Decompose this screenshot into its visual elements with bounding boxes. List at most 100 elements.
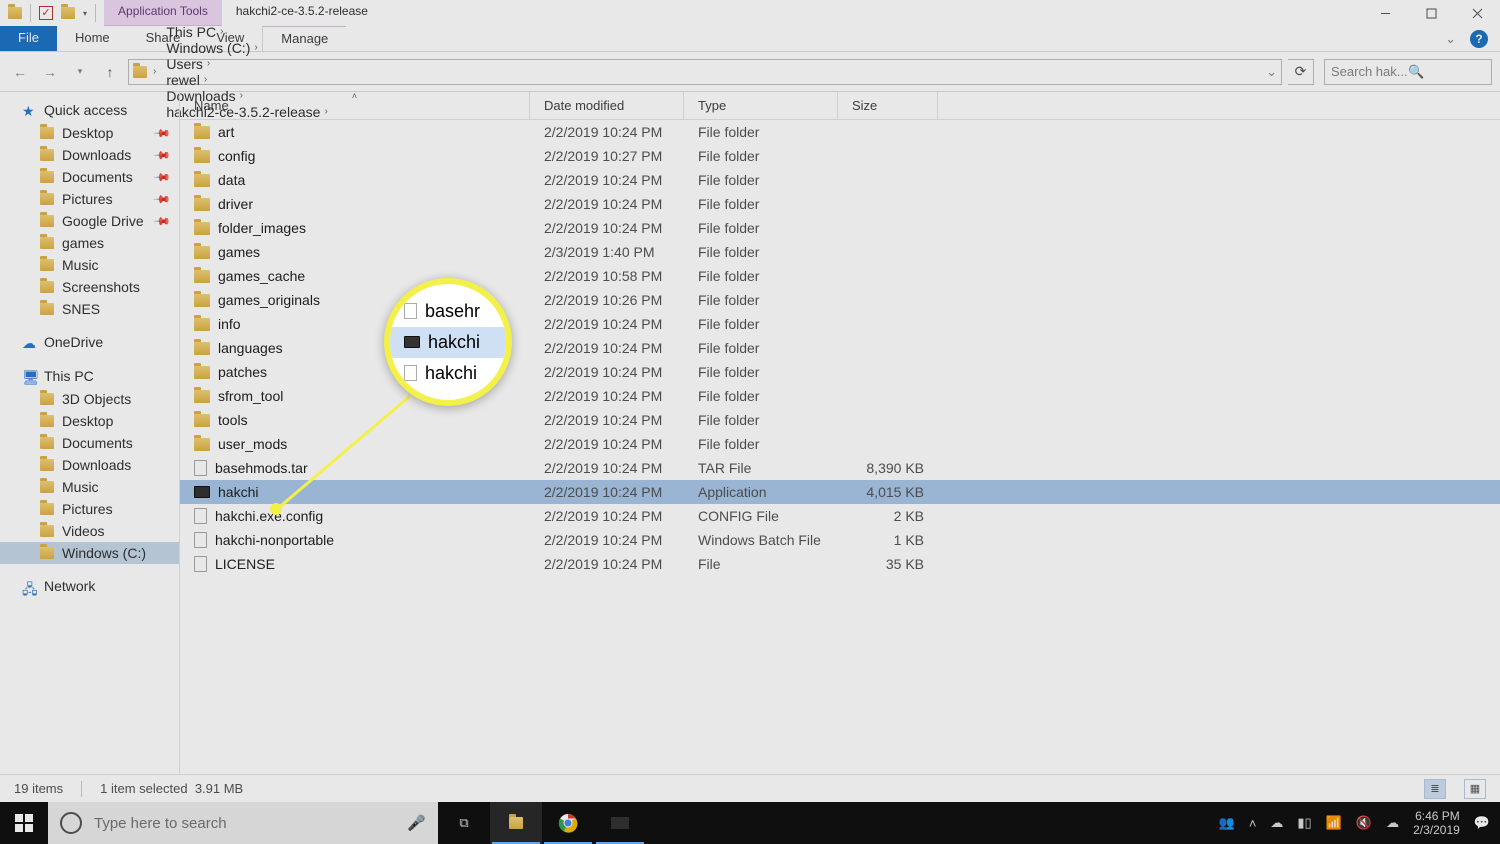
- view-details-button[interactable]: ≣: [1424, 779, 1446, 799]
- table-row[interactable]: hakchi.exe.config2/2/2019 10:24 PMCONFIG…: [180, 504, 1500, 528]
- breadcrumb-segment[interactable]: Users›: [162, 56, 331, 72]
- column-name[interactable]: Name˄: [180, 92, 530, 119]
- table-row[interactable]: games2/3/2019 1:40 PMFile folder: [180, 240, 1500, 264]
- table-row[interactable]: games_cache2/2/2019 10:58 PMFile folder: [180, 264, 1500, 288]
- nav-history-icon[interactable]: ▾: [68, 60, 92, 84]
- tray-notifications-icon[interactable]: 💬: [1474, 815, 1490, 831]
- sidebar-onedrive[interactable]: ☁ OneDrive: [0, 330, 179, 354]
- folder-icon: [194, 318, 210, 331]
- sidebar-item[interactable]: Documents📌: [0, 166, 179, 188]
- tray-overflow-icon[interactable]: ˄: [1249, 816, 1257, 831]
- sidebar-item[interactable]: Google Drive📌: [0, 210, 179, 232]
- taskbar-hakchi[interactable]: [594, 802, 646, 844]
- table-row[interactable]: sfrom_tool2/2/2019 10:24 PMFile folder: [180, 384, 1500, 408]
- table-row[interactable]: art2/2/2019 10:24 PMFile folder: [180, 120, 1500, 144]
- sidebar-item[interactable]: Downloads📌: [0, 144, 179, 166]
- folder-icon: [194, 198, 210, 211]
- taskbar-chrome[interactable]: [542, 802, 594, 844]
- task-view-button[interactable]: ⧉: [438, 802, 490, 844]
- address-folder-icon: [133, 66, 147, 78]
- folder-icon: [40, 127, 54, 139]
- tab-home[interactable]: Home: [57, 26, 128, 51]
- table-row[interactable]: driver2/2/2019 10:24 PMFile folder: [180, 192, 1500, 216]
- sidebar-this-pc[interactable]: 🖥 This PC: [0, 364, 179, 388]
- sidebar-network[interactable]: 🖧 Network: [0, 574, 179, 598]
- refresh-button[interactable]: ⟳: [1288, 59, 1314, 85]
- column-date[interactable]: Date modified: [530, 92, 684, 119]
- doc-icon: [194, 532, 207, 548]
- tray-wifi-icon[interactable]: 📶: [1326, 815, 1342, 831]
- ribbon-collapse-icon[interactable]: ⌄: [1445, 31, 1456, 47]
- table-row[interactable]: hakchi-nonportable2/2/2019 10:24 PMWindo…: [180, 528, 1500, 552]
- table-row[interactable]: tools2/2/2019 10:24 PMFile folder: [180, 408, 1500, 432]
- start-button[interactable]: [0, 802, 48, 844]
- folder-icon: [40, 547, 54, 559]
- sidebar-quick-access[interactable]: ★ Quick access: [0, 98, 179, 122]
- table-row[interactable]: LICENSE2/2/2019 10:24 PMFile35 KB: [180, 552, 1500, 576]
- sidebar-item[interactable]: Documents: [0, 432, 179, 454]
- sidebar-item[interactable]: Downloads: [0, 454, 179, 476]
- breadcrumb-segment[interactable]: Windows (C:)›: [162, 40, 331, 56]
- address-dropdown-icon[interactable]: ⌄: [1266, 64, 1277, 80]
- breadcrumb-segment[interactable]: This PC›: [162, 24, 331, 40]
- nav-up-button[interactable]: ↑: [98, 60, 122, 84]
- table-row[interactable]: info2/2/2019 10:24 PMFile folder: [180, 312, 1500, 336]
- taskbar-explorer[interactable]: [490, 802, 542, 844]
- sidebar-item[interactable]: games: [0, 232, 179, 254]
- sidebar-item[interactable]: Music: [0, 254, 179, 276]
- sidebar-item[interactable]: Music: [0, 476, 179, 498]
- tray-sync-icon[interactable]: ☁: [1386, 815, 1399, 831]
- file-list[interactable]: art2/2/2019 10:24 PMFile folderconfig2/2…: [180, 120, 1500, 774]
- cloud-icon: ☁: [22, 335, 38, 349]
- tray-volume-icon[interactable]: 🔇: [1356, 815, 1372, 831]
- qat-properties-icon[interactable]: ✓: [39, 6, 53, 20]
- table-row[interactable]: basehmods.tar2/2/2019 10:24 PMTAR File8,…: [180, 456, 1500, 480]
- doc-icon: [194, 460, 207, 476]
- sidebar-item[interactable]: Desktop: [0, 410, 179, 432]
- sidebar-item[interactable]: SNES: [0, 298, 179, 320]
- table-row[interactable]: games_originals2/2/2019 10:26 PMFile fol…: [180, 288, 1500, 312]
- table-row[interactable]: data2/2/2019 10:24 PMFile folder: [180, 168, 1500, 192]
- close-button[interactable]: [1454, 0, 1500, 26]
- nav-forward-button[interactable]: →: [38, 60, 62, 84]
- column-size[interactable]: Size: [838, 92, 938, 119]
- taskbar[interactable]: 🎤 ⧉ 👥 ˄ ☁ ▮▯ 📶 🔇 ☁ 6:46 PM 2/3/2019 💬: [0, 802, 1500, 844]
- tray-people-icon[interactable]: 👥: [1219, 815, 1235, 831]
- view-large-icons-button[interactable]: ▦: [1464, 779, 1486, 799]
- address-bar[interactable]: › This PC›Windows (C:)›Users›rewel›Downl…: [128, 59, 1282, 85]
- sidebar-item[interactable]: Videos: [0, 520, 179, 542]
- tray-onedrive-icon[interactable]: ☁: [1270, 815, 1283, 831]
- status-selected: 1 item selected 3.91 MB: [100, 781, 243, 796]
- taskbar-search[interactable]: 🎤: [48, 802, 438, 844]
- qat-customize-icon[interactable]: ▾: [83, 9, 87, 18]
- folder-icon: [40, 171, 54, 183]
- table-row[interactable]: user_mods2/2/2019 10:24 PMFile folder: [180, 432, 1500, 456]
- table-row[interactable]: languages2/2/2019 10:24 PMFile folder: [180, 336, 1500, 360]
- sidebar-item[interactable]: Screenshots: [0, 276, 179, 298]
- search-input[interactable]: Search hak... 🔍: [1324, 59, 1492, 85]
- tray-clock[interactable]: 6:46 PM 2/3/2019: [1413, 809, 1460, 838]
- table-row[interactable]: config2/2/2019 10:27 PMFile folder: [180, 144, 1500, 168]
- maximize-button[interactable]: [1408, 0, 1454, 26]
- tab-file[interactable]: File: [0, 26, 57, 51]
- sidebar-item[interactable]: Pictures📌: [0, 188, 179, 210]
- qat-newfolder-icon[interactable]: [61, 7, 75, 19]
- sidebar-item[interactable]: Desktop📌: [0, 122, 179, 144]
- table-row[interactable]: folder_images2/2/2019 10:24 PMFile folde…: [180, 216, 1500, 240]
- minimize-button[interactable]: [1362, 0, 1408, 26]
- nav-back-button[interactable]: ←: [8, 60, 32, 84]
- sidebar-item[interactable]: Windows (C:): [0, 542, 179, 564]
- table-row[interactable]: patches2/2/2019 10:24 PMFile folder: [180, 360, 1500, 384]
- breadcrumb-segment[interactable]: rewel›: [162, 72, 331, 88]
- help-icon[interactable]: ?: [1470, 30, 1488, 48]
- sidebar-item[interactable]: Pictures: [0, 498, 179, 520]
- taskbar-search-input[interactable]: [94, 815, 395, 832]
- column-type[interactable]: Type: [684, 92, 838, 119]
- mic-icon[interactable]: 🎤: [407, 814, 426, 832]
- column-headers[interactable]: Name˄ Date modified Type Size: [180, 92, 1500, 120]
- table-row[interactable]: hakchi2/2/2019 10:24 PMApplication4,015 …: [180, 480, 1500, 504]
- sidebar-item[interactable]: 3D Objects: [0, 388, 179, 410]
- tray-battery-icon[interactable]: ▮▯: [1297, 815, 1311, 831]
- navigation-pane[interactable]: ★ Quick access Desktop📌Downloads📌Documen…: [0, 92, 180, 774]
- folder-icon: [194, 150, 210, 163]
